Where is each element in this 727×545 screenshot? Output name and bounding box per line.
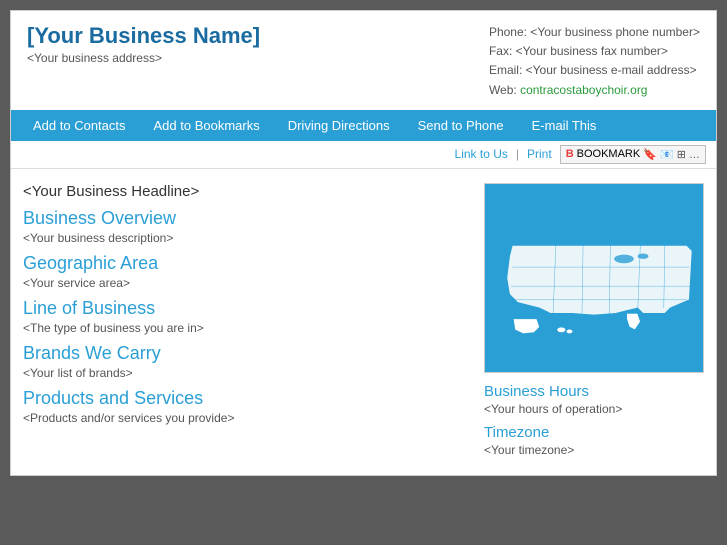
web-url-link[interactable]: contracostaboychoir.org <box>520 83 647 97</box>
section-title-4: Products and Services <box>23 388 464 409</box>
print-button[interactable]: Print <box>527 147 552 161</box>
business-name: [Your Business Name] <box>27 23 260 49</box>
content-left: <Your Business Headline> Business Overvi… <box>23 183 484 461</box>
bookmark-tools: 🔖 📧 ⊞ … <box>643 148 700 161</box>
email-line: Email: <Your business e-mail address> <box>489 61 700 80</box>
web-line: Web: contracostaboychoir.org <box>489 81 700 100</box>
header-left: [Your Business Name] <Your business addr… <box>27 23 260 100</box>
business-address: <Your business address> <box>27 51 260 65</box>
section-desc-2: <The type of business you are in> <box>23 321 464 335</box>
header: [Your Business Name] <Your business addr… <box>11 11 716 110</box>
section-desc-4: <Products and/or services you provide> <box>23 411 464 425</box>
map-svg <box>485 184 703 372</box>
section-title-0: Business Overview <box>23 208 464 229</box>
section-title-2: Line of Business <box>23 298 464 319</box>
nav-add-bookmarks[interactable]: Add to Bookmarks <box>140 110 274 141</box>
header-right: Phone: <Your business phone number> Fax:… <box>489 23 700 100</box>
us-map <box>484 183 704 373</box>
bookmark-button[interactable]: B BOOKMARK 🔖 📧 ⊞ … <box>560 145 706 164</box>
toolbar: Link to Us | Print B BOOKMARK 🔖 📧 ⊞ … <box>11 141 716 169</box>
content-right: Business Hours <Your hours of operation>… <box>484 183 704 461</box>
section-desc-3: <Your list of brands> <box>23 366 464 380</box>
right-section-desc-1: <Your timezone> <box>484 443 704 457</box>
section-desc-1: <Your service area> <box>23 276 464 290</box>
bookmark-icon: B <box>566 148 574 160</box>
section-title-3: Brands We Carry <box>23 343 464 364</box>
section-desc-0: <Your business description> <box>23 231 464 245</box>
nav-email-this[interactable]: E-mail This <box>518 110 611 141</box>
fax-line: Fax: <Your business fax number> <box>489 42 700 61</box>
right-section-title-0: Business Hours <box>484 383 704 400</box>
main-content: <Your Business Headline> Business Overvi… <box>11 169 716 475</box>
phone-line: Phone: <Your business phone number> <box>489 23 700 42</box>
bookmark-label: BOOKMARK <box>577 148 641 160</box>
nav-driving-directions[interactable]: Driving Directions <box>274 110 404 141</box>
navbar: Add to Contacts Add to Bookmarks Driving… <box>11 110 716 141</box>
section-title-1: Geographic Area <box>23 253 464 274</box>
separator: | <box>516 147 519 161</box>
nav-add-contacts[interactable]: Add to Contacts <box>19 110 140 141</box>
right-section-desc-0: <Your hours of operation> <box>484 402 704 416</box>
page-wrapper: [Your Business Name] <Your business addr… <box>10 10 717 476</box>
nav-send-to-phone[interactable]: Send to Phone <box>404 110 518 141</box>
link-to-us-button[interactable]: Link to Us <box>455 147 508 161</box>
business-headline: <Your Business Headline> <box>23 183 464 200</box>
right-section-title-1: Timezone <box>484 424 704 441</box>
